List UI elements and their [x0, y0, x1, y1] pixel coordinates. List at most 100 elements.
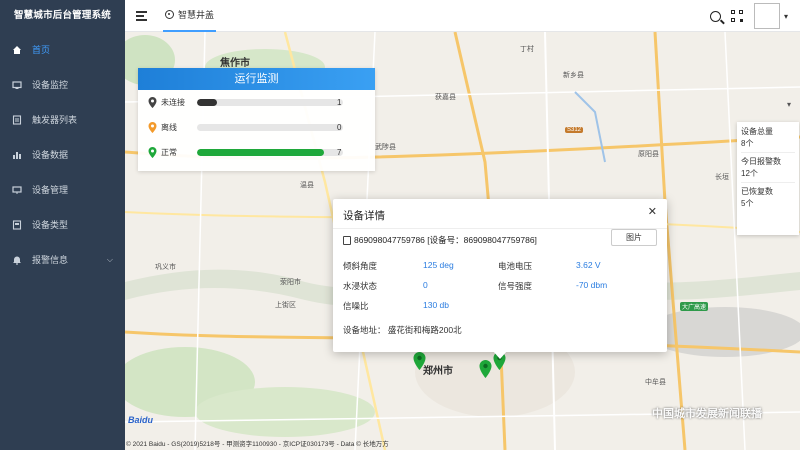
map-label: 长垣 [715, 174, 729, 181]
avatar[interactable] [753, 3, 780, 29]
field-label: 水浸状态 [343, 281, 378, 291]
map-label: 原阳县 [638, 151, 659, 158]
map-label: 焦作市 [220, 58, 250, 69]
progress-fill [197, 149, 325, 156]
stat-total: 设备总量 8个 [741, 126, 795, 153]
progress-fill [197, 99, 218, 106]
device-id-line: 869098047759786 [设备号：869098047759786] [343, 234, 537, 246]
menu-toggle-icon[interactable] [136, 11, 147, 21]
monitor-row-normal: 正常 7 [138, 140, 375, 165]
map-label: 中牟县 [645, 379, 666, 386]
monitor-row-offline: 离线 0 [138, 115, 375, 140]
monitor-row-label: 正常 [161, 148, 177, 157]
tab-label: 智慧井盖 [178, 10, 215, 20]
stat-value: 5个 [741, 199, 754, 208]
sidebar-item-alarms[interactable]: 报警信息 ⌵ [0, 242, 125, 277]
field-signal: 信号强度 -70 dbm [498, 280, 607, 292]
sidebar-item-device-monitor[interactable]: 设备监控 [0, 67, 125, 102]
stat-value: 12个 [741, 169, 758, 178]
map-label: 获嘉县 [435, 94, 456, 101]
close-icon[interactable]: ✕ [648, 205, 657, 218]
device-icon [12, 185, 22, 195]
monitor-row-label: 离线 [161, 123, 177, 132]
field-value: 130 db [423, 300, 449, 310]
map-copyright: © 2021 Baidu - GS(2019)5218号 - 甲测资字11009… [126, 441, 389, 448]
monitor-row-label: 未连接 [161, 98, 185, 107]
map-label: 大广高速 [680, 302, 709, 311]
stat-label: 今日报警数 [741, 157, 781, 166]
field-address: 设备地址： 盛花街和梅路200北 [343, 324, 462, 336]
monitor-row-count: 7 [337, 148, 342, 157]
map-label: 巩义市 [155, 264, 176, 271]
field-value: 盛花街和梅路200北 [387, 325, 462, 335]
pin-icon [148, 97, 157, 108]
map-label: 上街区 [275, 302, 296, 309]
map-label: S312 [565, 127, 584, 133]
tab-smart-manhole[interactable]: 智慧井盖 [163, 0, 217, 32]
document-icon [343, 235, 351, 245]
stat-alarms: 今日报警数 12个 [741, 156, 795, 183]
sidebar-item-label: 设备数据 [32, 150, 69, 160]
search-icon[interactable] [709, 10, 721, 22]
sidebar-item-device-management[interactable]: 设备管理 [0, 172, 125, 207]
chevron-down-icon: ⌵ [106, 254, 113, 264]
field-label: 电池电压 [498, 261, 533, 271]
category-icon [12, 219, 22, 230]
logo-text: du [142, 415, 154, 425]
sidebar-item-device-data[interactable]: 设备数据 [0, 137, 125, 172]
device-id-text: 869098047759786 [设备号：869098047759786] [354, 235, 537, 245]
qr-code-icon[interactable] [730, 9, 744, 23]
map-label: 新乡县 [563, 72, 584, 79]
sidebar-item-label: 设备管理 [32, 185, 69, 195]
map-label: 荥阳市 [280, 279, 301, 286]
stat-recovered: 已恢复数 5个 [741, 186, 795, 212]
logo-text: Bai [128, 415, 143, 425]
stat-value: 8个 [741, 139, 754, 148]
statistics-panel: 设备总量 8个 今日报警数 12个 已恢复数 5个 [737, 122, 799, 235]
map-label: 武陟县 [375, 144, 396, 151]
sidebar-item-home[interactable]: 首页 [0, 32, 125, 67]
device-marker[interactable] [413, 352, 426, 370]
field-value: 125 deg [423, 260, 454, 270]
list-icon [12, 114, 22, 125]
field-label: 倾斜角度 [343, 261, 378, 271]
field-value: 3.62 V [576, 260, 601, 270]
progress-bar [197, 124, 343, 131]
field-voltage: 电池电压 3.62 V [498, 260, 601, 272]
field-label: 信号强度 [498, 281, 533, 291]
chevron-down-icon[interactable]: ▾ [784, 12, 788, 21]
sidebar-item-label: 首页 [32, 45, 51, 55]
image-button[interactable]: 图片 [611, 229, 657, 246]
progress-bar [197, 149, 343, 156]
map-label: 丁村 [520, 46, 534, 53]
app-title: 智慧城市后台管理系统 [13, 10, 111, 21]
device-marker[interactable] [479, 360, 492, 378]
field-tilt: 倾斜角度 125 deg [343, 260, 454, 272]
operation-monitor-panel: 运行监测 未连接 1 离线 0 正常 7 [138, 68, 375, 171]
watermark: 中国城市发展新闻联播 [652, 408, 762, 420]
stat-label: 设备总量 [741, 127, 773, 136]
sidebar-item-device-types[interactable]: 设备类型 [0, 207, 125, 242]
field-label: 信噪比 [343, 301, 369, 311]
home-icon [12, 45, 22, 55]
device-detail-popup: 设备详情 ✕ 869098047759786 [设备号：869098047759… [333, 199, 667, 352]
monitor-icon [12, 80, 22, 90]
bell-icon [12, 255, 22, 265]
monitor-row-disconnected: 未连接 1 [138, 90, 375, 115]
pin-icon [148, 122, 157, 133]
bar-chart-icon [12, 150, 22, 160]
field-snr: 信噪比 130 db [343, 300, 449, 312]
sidebar-item-label: 设备监控 [32, 80, 69, 90]
monitor-row-count: 0 [337, 123, 342, 132]
map-label: 郑州市 [423, 366, 453, 377]
baidu-logo: Baidu [128, 415, 153, 425]
sidebar-item-triggers[interactable]: 触发器列表 [0, 102, 125, 137]
field-value: -70 dbm [576, 280, 608, 290]
field-water: 水浸状态 0 [343, 280, 428, 292]
map-label: 温县 [300, 182, 314, 189]
sidebar-item-label: 触发器列表 [32, 115, 78, 125]
pin-icon [148, 147, 157, 158]
progress-bar [197, 99, 343, 106]
chevron-down-icon[interactable]: ▾ [787, 100, 791, 109]
sidebar: 智慧城市后台管理系统 首页 设备监控 触发器列表 设备数据 设备管理 设备类型 [0, 0, 125, 450]
